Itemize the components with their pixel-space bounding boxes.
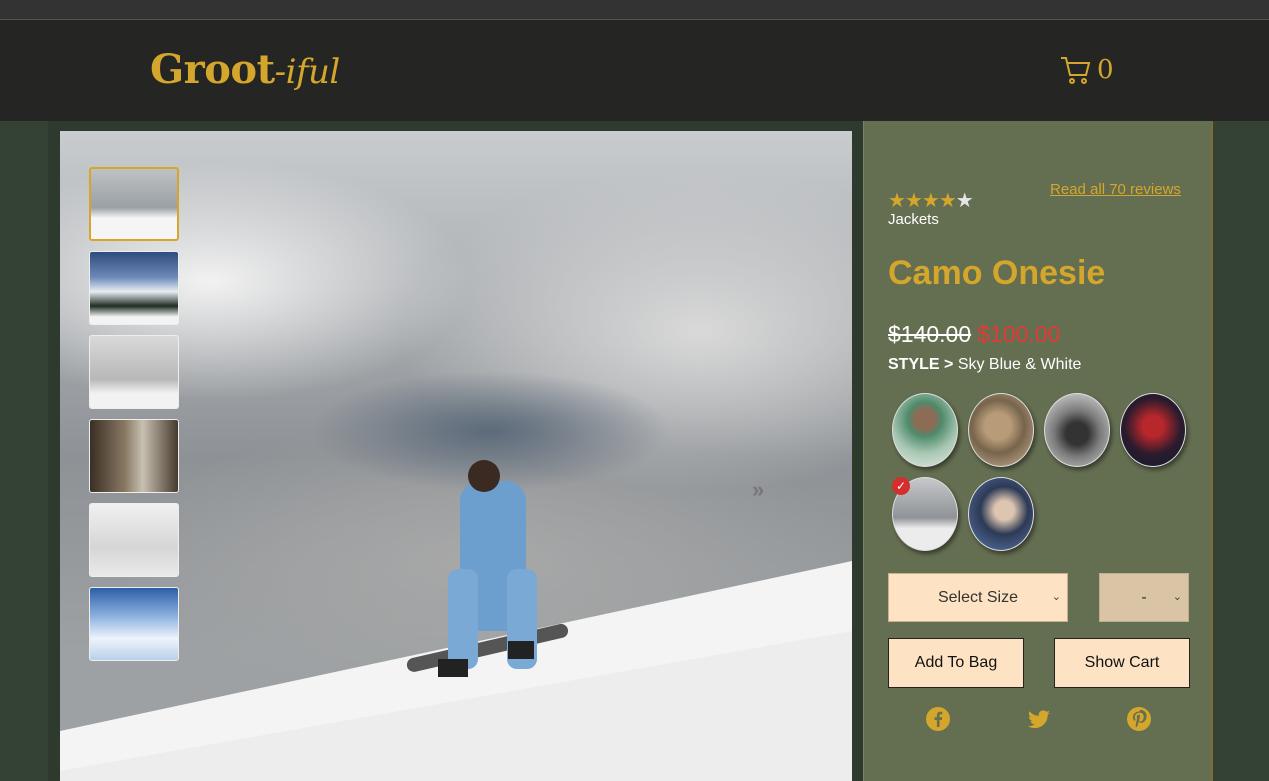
brand-logo[interactable]: Groot-iful	[150, 46, 340, 93]
thumbnail-list	[89, 167, 179, 671]
twitter-share[interactable]	[1026, 706, 1052, 732]
page-right-margin	[1213, 121, 1269, 781]
brand-name: Groot	[150, 46, 275, 93]
reviews-link[interactable]: Read all 70 reviews	[1050, 181, 1181, 198]
rating-stars: ★★★★★	[888, 188, 974, 213]
pinterest-share[interactable]	[1126, 706, 1152, 732]
next-image-arrow[interactable]: »	[752, 477, 764, 503]
price-block: $140.00 $100.00	[888, 321, 1060, 348]
thumbnail-1[interactable]	[89, 167, 179, 241]
product-category: Jackets	[888, 211, 939, 228]
style-swatch-6[interactable]	[968, 477, 1034, 551]
product-info-panel: ★★★★★ Jackets Read all 70 reviews Camo O…	[863, 121, 1213, 781]
thumbnail-4[interactable]	[89, 419, 179, 493]
style-value: Sky Blue & White	[957, 356, 1082, 373]
browser-top-strip	[0, 0, 1269, 20]
page-left-margin	[0, 121, 48, 781]
product-title: Camo Onesie	[888, 254, 1106, 292]
selected-check-icon: ✓	[892, 477, 910, 495]
style-swatch-4[interactable]	[1120, 393, 1186, 467]
cart-icon	[1061, 57, 1091, 84]
star-icon: ★	[938, 190, 957, 212]
star-icon: ★	[904, 190, 923, 212]
chevron-down-icon: ⌄	[1051, 591, 1061, 603]
twitter-icon	[1028, 710, 1050, 729]
add-to-bag-button[interactable]: Add To Bag	[888, 638, 1024, 688]
facebook-share[interactable]	[925, 706, 951, 732]
sale-price: $100.00	[977, 321, 1061, 347]
style-swatch-1[interactable]	[892, 393, 958, 467]
style-line: STYLE > Sky Blue & White	[888, 356, 1081, 374]
star-empty-icon: ★	[955, 190, 974, 212]
thumbnail-2[interactable]	[89, 251, 179, 325]
star-icon: ★	[921, 190, 940, 212]
star-icon: ★	[888, 190, 906, 212]
facebook-icon	[926, 707, 950, 731]
original-price: $140.00	[888, 321, 972, 347]
style-swatch-2[interactable]	[968, 393, 1034, 467]
cart-count: 0	[1097, 55, 1114, 85]
style-label: STYLE >	[888, 356, 954, 373]
show-cart-button[interactable]: Show Cart	[1054, 638, 1190, 688]
cart-button[interactable]: 0	[1059, 54, 1114, 86]
quantity-select-value: -	[1141, 588, 1147, 606]
size-select[interactable]: Select Size ⌄	[888, 573, 1068, 622]
thumbnail-6[interactable]	[89, 587, 179, 661]
pinterest-icon	[1127, 707, 1151, 731]
chevron-down-icon: ⌄	[1172, 591, 1182, 603]
quantity-select[interactable]: - ⌄	[1099, 573, 1189, 622]
style-swatch-3[interactable]	[1044, 393, 1110, 467]
site-header: Groot-iful 0	[0, 20, 1269, 121]
brand-suffix: -iful	[274, 52, 341, 92]
thumbnail-3[interactable]	[89, 335, 179, 409]
thumbnail-5[interactable]	[89, 503, 179, 577]
size-select-value: Select Size	[937, 588, 1019, 606]
